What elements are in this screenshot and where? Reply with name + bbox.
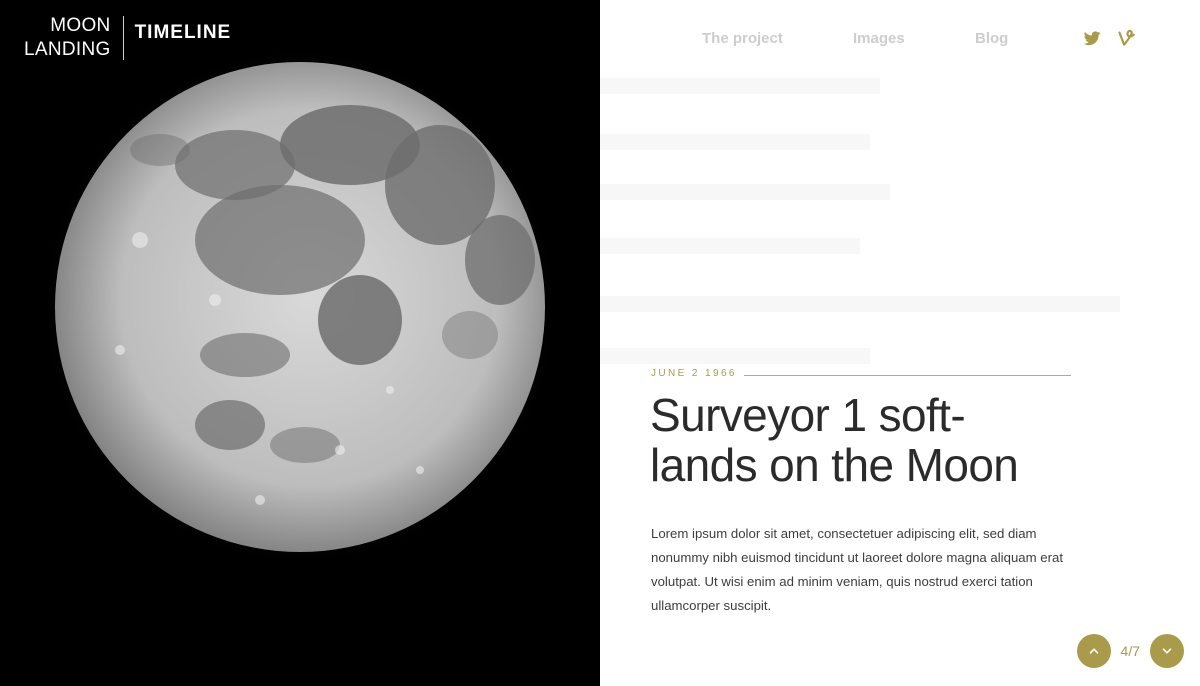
moon-image [38,45,562,569]
faded-background-text [600,134,870,150]
nav-link-images[interactable]: Images [853,30,905,47]
brand-section: TIMELINE [134,22,232,43]
faded-background-text [600,296,1120,312]
event-description: Lorem ipsum dolor sit amet, consectetuer… [651,526,1063,613]
brand-logo[interactable]: MOON LANDING TIMELINE [24,14,231,62]
nav-link-blog[interactable]: Blog [975,30,1008,47]
content-panel: The project Images Blog JUNE 2 1966 Surv… [600,0,1200,686]
faded-background-text [600,184,890,200]
event-date-row: JUNE 2 1966 [651,368,1071,382]
page-counter: 4/7 [1120,643,1140,659]
event-title-line-1: Surveyor 1 soft- [650,389,966,441]
faded-background-text [600,78,880,94]
brand-title: MOON LANDING [24,14,111,62]
chevron-down-icon [1162,648,1172,654]
previous-button[interactable] [1076,634,1111,668]
next-button[interactable] [1150,634,1184,668]
brand-line-2: LANDING [24,39,111,60]
vine-icon[interactable] [1117,28,1137,48]
faded-background-text [600,238,860,254]
event-title: Surveyor 1 soft- lands on the Moon [650,390,1120,490]
date-divider [744,375,1071,376]
event-date: JUNE 2 1966 [651,368,737,379]
main-nav: The project Images Blog [600,30,1200,50]
nav-link-the-project[interactable]: The project [702,30,783,47]
chevron-up-icon [1089,648,1098,654]
faded-background-text [600,348,870,364]
twitter-icon[interactable] [1082,28,1102,48]
hero-image-panel: MOON LANDING TIMELINE [0,0,600,686]
event-title-line-2: lands on the Moon [650,439,1019,491]
brand-line-1: MOON [50,15,111,36]
brand-divider [122,16,124,60]
timeline-pager: 4/7 [1076,634,1184,668]
